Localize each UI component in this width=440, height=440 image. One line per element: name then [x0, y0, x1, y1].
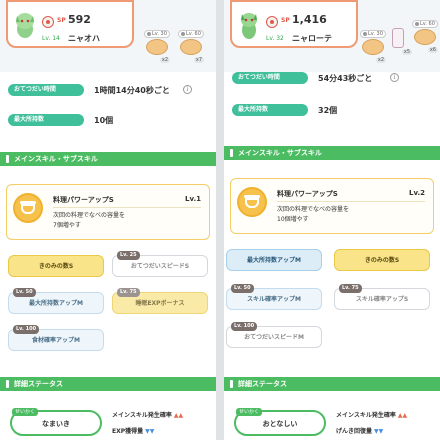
- lock-icon: [147, 31, 151, 36]
- cooking-pot-icon: [13, 193, 43, 223]
- pokemon-sprite-icon: [16, 13, 34, 38]
- ingredient-qty: x6: [427, 47, 438, 53]
- nature-value: おとなしい: [262, 420, 298, 428]
- skills-section-header: メインスキル・サブスキル: [0, 152, 216, 166]
- main-skill-description: 次回の料理でなべの容量を 10個増やす: [277, 206, 350, 223]
- ingredient-qty: x2: [375, 57, 386, 63]
- sub-skill-unlock-level: Lv. 75: [339, 284, 362, 293]
- help-time-value: 54分43秒ごと: [318, 74, 373, 83]
- ingredient-potato-icon: [146, 39, 168, 55]
- sub-skill[interactable]: Lv. 100 おてつだいスピードM: [226, 322, 322, 348]
- nature-tag: せいかく: [12, 408, 39, 416]
- info-icon[interactable]: i: [390, 73, 399, 82]
- nature-box: せいかく おとなしい: [234, 408, 326, 436]
- sub-skill[interactable]: Lv. 25 おてつだいスピードS: [112, 251, 208, 277]
- pokemon-card[interactable]: SP 1,416 Lv. 32 ニャローテ: [230, 0, 358, 48]
- ingredient-unlock-level: Lv. 30: [144, 30, 170, 38]
- max-carry-value: 32個: [318, 106, 338, 115]
- sub-skill-unlock-level: Lv. 100: [231, 322, 258, 331]
- ingredient-unlock-level: Lv. 60: [178, 30, 204, 38]
- sub-skill-unlock-level: Lv. 25: [117, 251, 140, 260]
- sub-skill[interactable]: きのみの数S: [334, 249, 430, 271]
- arrow-up-icon: ▲▲: [173, 412, 184, 419]
- lock-icon: [181, 31, 185, 36]
- sp-label: SP: [57, 17, 66, 24]
- ingredient-potato-icon: [180, 39, 202, 55]
- arrow-down-icon: ▼▼: [145, 428, 155, 435]
- sub-skill[interactable]: Lv. 50 最大所持数アップM: [8, 288, 104, 314]
- ingredient-qty: x2: [159, 57, 170, 63]
- main-skill-level: Lv.1: [185, 195, 201, 203]
- divider: [53, 207, 201, 208]
- help-time-value: 1時間14分40秒ごと: [94, 86, 170, 95]
- main-skill-name: 料理パワーアップS: [53, 196, 114, 204]
- pokemon-card[interactable]: SP 592 Lv. 14 ニャオハ: [6, 0, 134, 48]
- info-icon[interactable]: i: [183, 85, 192, 94]
- main-skill-level: Lv.2: [409, 189, 425, 197]
- nature-effect-up: メインスキル発生確率 ▲▲: [336, 412, 408, 419]
- sp-value: 592: [68, 13, 91, 26]
- max-carry-label: 最大所持数: [8, 114, 84, 126]
- sp-value: 1,416: [292, 13, 327, 26]
- sub-skill-unlock-level: Lv. 50: [13, 288, 36, 297]
- detail-status-header: 詳細ステータス: [0, 377, 216, 391]
- sub-skill[interactable]: Lv. 75 スキル確率アップS: [334, 284, 430, 310]
- nature-box: せいかく なまいき: [10, 408, 102, 436]
- skills-section-header: メインスキル・サブスキル: [224, 146, 440, 160]
- pokemon-header: SP 1,416 Lv. 32 ニャローテ Lv. 30 x2 x5 Lv. 6…: [224, 0, 440, 72]
- pokemon-header: SP 592 Lv. 14 ニャオハ Lv. 30 x2 Lv. 60 x7: [0, 0, 216, 72]
- sub-skill[interactable]: 最大所持数アップM: [226, 249, 322, 271]
- ingredient-slot[interactable]: x5: [386, 22, 412, 58]
- ingredient-unlock-level: Lv. 60: [412, 20, 438, 28]
- main-skill-card[interactable]: 料理パワーアップS Lv.1 次回の料理でなべの容量を 7個増やす: [6, 184, 210, 240]
- sp-label: SP: [281, 17, 290, 24]
- lock-icon: [415, 21, 419, 26]
- nature-tag: せいかく: [236, 408, 263, 416]
- sub-skill-unlock-level: Lv. 50: [231, 284, 254, 293]
- ingredient-slot[interactable]: Lv. 60 x6: [412, 20, 438, 56]
- main-skill-name: 料理パワーアップS: [277, 190, 338, 198]
- ingredient-qty: x7: [193, 57, 204, 63]
- pokemon-level: Lv. 14: [42, 35, 60, 42]
- pokemon-sprite-icon: [241, 13, 257, 39]
- ingredient-unlock-level: Lv. 30: [360, 30, 386, 38]
- nature-effect-up: メインスキル発生確率 ▲▲: [112, 412, 184, 419]
- sub-skill-unlock-level: Lv. 75: [117, 288, 140, 297]
- help-time-label: おてつだい時間: [232, 72, 308, 84]
- lock-icon: [363, 31, 367, 36]
- sub-skill[interactable]: Lv. 50 スキル確率アップM: [226, 284, 322, 310]
- ingredient-slot[interactable]: Lv. 30 x2: [360, 30, 386, 66]
- ingredient-milk-icon: [392, 28, 404, 48]
- max-carry-label: 最大所持数: [232, 104, 308, 116]
- pokemon-level: Lv. 32: [266, 35, 284, 42]
- nature-effect-down: EXP獲得量 ▼▼: [112, 428, 155, 435]
- main-skill-card[interactable]: 料理パワーアップS Lv.2 次回の料理でなべの容量を 10個増やす: [230, 178, 434, 234]
- pokemon-detail-panel-left: SP 592 Lv. 14 ニャオハ Lv. 30 x2 Lv. 60 x7 お…: [0, 0, 216, 440]
- ingredient-potato-icon: [414, 29, 436, 45]
- arrow-down-icon: ▼▼: [374, 428, 384, 435]
- ingredient-slot[interactable]: Lv. 60 x7: [178, 30, 204, 66]
- pokemon-name: ニャオハ: [68, 34, 100, 43]
- arrow-up-icon: ▲▲: [397, 412, 408, 419]
- main-skill-description: 次回の料理でなべの容量を 7個増やす: [53, 212, 126, 229]
- sub-skill[interactable]: きのみの数S: [8, 255, 104, 277]
- sub-skill[interactable]: Lv. 100 食材確率アップM: [8, 325, 104, 351]
- pokemon-name: ニャローテ: [292, 34, 332, 43]
- nature-value: なまいき: [42, 420, 70, 428]
- sp-icon: [42, 16, 54, 28]
- cooking-pot-icon: [237, 187, 267, 217]
- ingredient-slot[interactable]: Lv. 30 x2: [144, 30, 170, 66]
- divider: [277, 201, 425, 202]
- detail-status-header: 詳細ステータス: [224, 377, 440, 391]
- sub-skill[interactable]: Lv. 75 睡眠EXPボーナス: [112, 288, 208, 314]
- max-carry-value: 10個: [94, 116, 114, 125]
- ingredient-qty: x5: [401, 49, 412, 55]
- sub-skill-unlock-level: Lv. 100: [13, 325, 40, 334]
- nature-effect-down: げんき回復量 ▼▼: [336, 428, 384, 435]
- pokemon-detail-panel-right: SP 1,416 Lv. 32 ニャローテ Lv. 30 x2 x5 Lv. 6…: [224, 0, 440, 440]
- help-time-label: おてつだい時間: [8, 84, 84, 96]
- sp-icon: [266, 16, 278, 28]
- ingredient-potato-icon: [362, 39, 384, 55]
